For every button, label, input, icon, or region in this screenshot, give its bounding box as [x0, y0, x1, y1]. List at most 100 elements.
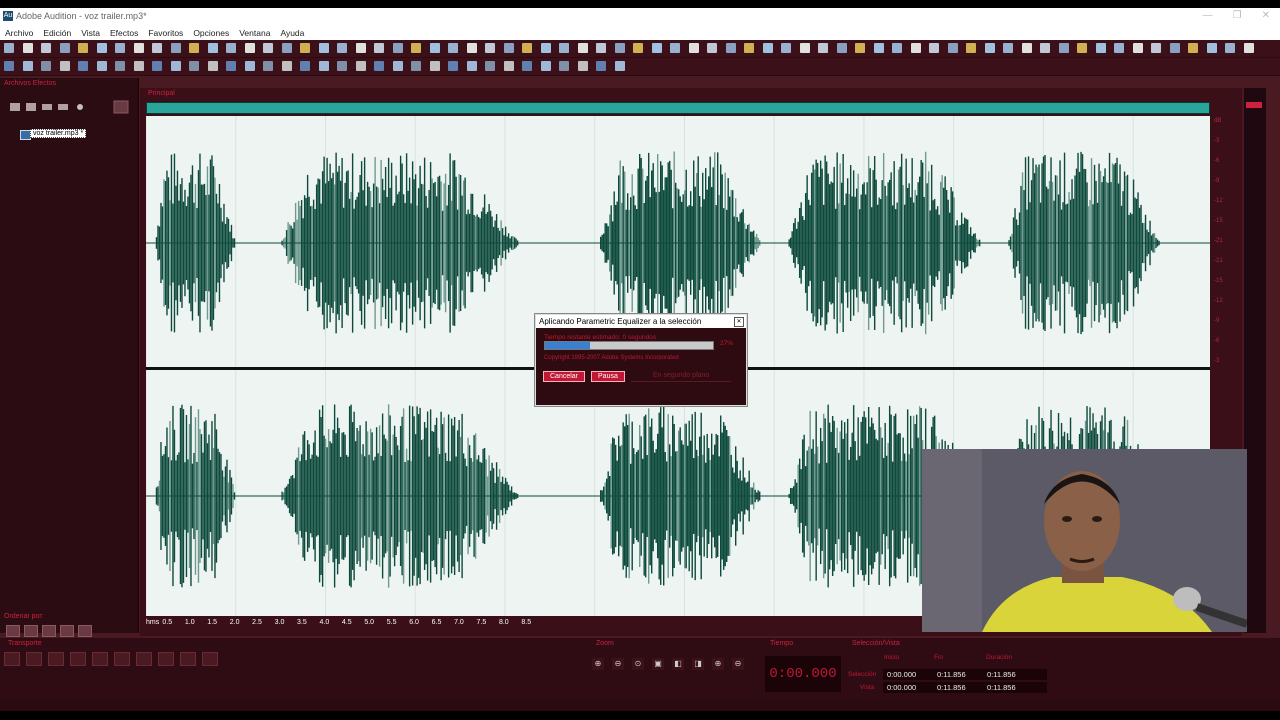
view-duration[interactable]: 0:11.856	[983, 682, 1047, 693]
dialog-close-icon[interactable]: ✕	[734, 317, 744, 327]
toolbar-icon[interactable]	[170, 43, 181, 53]
close-file-icon[interactable]	[42, 104, 52, 110]
loop-icon[interactable]	[24, 625, 38, 637]
zoom-right-icon[interactable]: ◨	[692, 658, 704, 670]
toolbar-icon[interactable]	[614, 61, 625, 71]
toolbar-icon[interactable]	[4, 61, 14, 71]
toolbar-icon[interactable]	[281, 43, 292, 53]
rewind-button[interactable]	[136, 652, 152, 666]
toolbar-icon[interactable]	[503, 61, 514, 71]
toolbar-icon[interactable]	[263, 61, 273, 71]
menu-ayuda[interactable]: Ayuda	[275, 26, 309, 40]
toolbar-icon[interactable]	[818, 43, 828, 53]
toolbar-icon[interactable]	[318, 43, 329, 53]
toolbar-icon[interactable]	[892, 43, 902, 53]
toolbar-icon[interactable]	[41, 61, 51, 71]
toolbar-icon[interactable]	[189, 43, 199, 53]
info-icon[interactable]	[42, 625, 56, 637]
play-file-icon[interactable]	[77, 104, 83, 110]
loop-button[interactable]	[92, 652, 108, 666]
minimize-button[interactable]: —	[1203, 10, 1213, 21]
toolbar-icon[interactable]	[78, 43, 88, 53]
toolbar-icon[interactable]	[4, 43, 14, 53]
menu-vista[interactable]: Vista	[76, 26, 105, 40]
toolbar-icon[interactable]	[744, 43, 754, 53]
toolbar-icon[interactable]	[633, 43, 643, 53]
toolbar-icon[interactable]	[688, 43, 699, 53]
toolbar-icon[interactable]	[300, 43, 310, 53]
toolbar-icon[interactable]	[614, 43, 625, 53]
toolbar-icon[interactable]	[855, 43, 865, 53]
zoom-selection-icon[interactable]: ▣	[652, 658, 664, 670]
toolbar-icon[interactable]	[1132, 43, 1143, 53]
toolbar-icon[interactable]	[707, 43, 717, 53]
toolbar-icon[interactable]	[318, 61, 329, 71]
file-list-item[interactable]: voz trailer.mp3 *	[30, 129, 87, 138]
toolbar-icon[interactable]	[22, 61, 33, 71]
menu-archivo[interactable]: Archivo	[0, 26, 38, 40]
toolbar-icon[interactable]	[152, 61, 162, 71]
toolbar-icon[interactable]	[337, 61, 347, 71]
toolbar-icon[interactable]	[355, 43, 366, 53]
toolbar-icon[interactable]	[596, 43, 606, 53]
import-file-icon[interactable]	[10, 103, 20, 111]
toolbar-icon[interactable]	[1188, 43, 1198, 53]
toolbar-icon[interactable]	[448, 61, 458, 71]
zoom-out-full-icon[interactable]: ⊙	[632, 658, 644, 670]
toolbar-icon[interactable]	[115, 43, 125, 53]
toolbar-icon[interactable]	[929, 43, 939, 53]
toolbar-icon[interactable]	[448, 43, 458, 53]
background-button[interactable]: En segundo plano	[630, 371, 732, 382]
zoom-in-horizontal-icon[interactable]: ⊕	[592, 658, 604, 670]
toolbar-icon[interactable]	[22, 43, 33, 53]
toolbar-icon[interactable]	[984, 43, 995, 53]
play-to-end-button[interactable]	[70, 652, 86, 666]
toolbar-icon[interactable]	[725, 43, 736, 53]
toolbar-icon[interactable]	[374, 61, 384, 71]
menu-opciones[interactable]: Opciones	[188, 26, 234, 40]
edit-icon[interactable]	[60, 625, 74, 637]
toolbar-icon[interactable]	[966, 43, 976, 53]
toolbar-icon[interactable]	[873, 43, 884, 53]
toolbar-icon[interactable]	[1040, 43, 1050, 53]
maximize-button[interactable]: ❐	[1233, 10, 1242, 21]
toolbar-icon[interactable]	[133, 61, 144, 71]
editor-tab[interactable]: Principal	[148, 90, 175, 97]
zoom-out-horizontal-icon[interactable]: ⊖	[612, 658, 624, 670]
fast-forward-button[interactable]	[158, 652, 174, 666]
toolbar-icon[interactable]	[207, 43, 218, 53]
toolbar-icon[interactable]	[540, 43, 551, 53]
toolbar-icon[interactable]	[466, 61, 477, 71]
toolbar-icon[interactable]	[503, 43, 514, 53]
toolbar-icon[interactable]	[1003, 43, 1013, 53]
toolbar-icon[interactable]	[485, 43, 495, 53]
toolbar-icon[interactable]	[263, 43, 273, 53]
toolbar-icon[interactable]	[485, 61, 495, 71]
zoom-in-vertical-icon[interactable]: ⊕	[712, 658, 724, 670]
toolbar-icon[interactable]	[1206, 43, 1217, 53]
record-button[interactable]	[202, 652, 218, 666]
toolbar-icon[interactable]	[1151, 43, 1161, 53]
zoom-out-vertical-icon[interactable]: ⊖	[732, 658, 744, 670]
toolbar-icon[interactable]	[59, 61, 70, 71]
toolbar-icon[interactable]	[244, 43, 255, 53]
toolbar-icon[interactable]	[392, 43, 403, 53]
toolbar-icon[interactable]	[1114, 43, 1124, 53]
toolbar-icon[interactable]	[244, 61, 255, 71]
folder-icon[interactable]	[78, 625, 92, 637]
toolbar-icon[interactable]	[189, 61, 199, 71]
files-panel-tab[interactable]: Archivos Efectos	[4, 80, 56, 87]
toolbar-icon[interactable]	[1243, 43, 1254, 53]
cancel-button[interactable]: Cancelar	[543, 371, 586, 382]
toolbar-icon[interactable]	[152, 43, 162, 53]
toolbar-icon[interactable]	[577, 61, 588, 71]
toolbar-icon[interactable]	[226, 61, 236, 71]
panel-menu-icon[interactable]	[113, 100, 129, 114]
overview-bar[interactable]	[146, 102, 1210, 114]
toolbar-icon[interactable]	[355, 61, 366, 71]
toolbar-icon[interactable]	[466, 43, 477, 53]
toolbar-icon[interactable]	[429, 61, 440, 71]
toolbar-icon[interactable]	[374, 43, 384, 53]
toolbar-icon[interactable]	[1021, 43, 1032, 53]
selection-duration[interactable]: 0:11.856	[983, 669, 1047, 680]
